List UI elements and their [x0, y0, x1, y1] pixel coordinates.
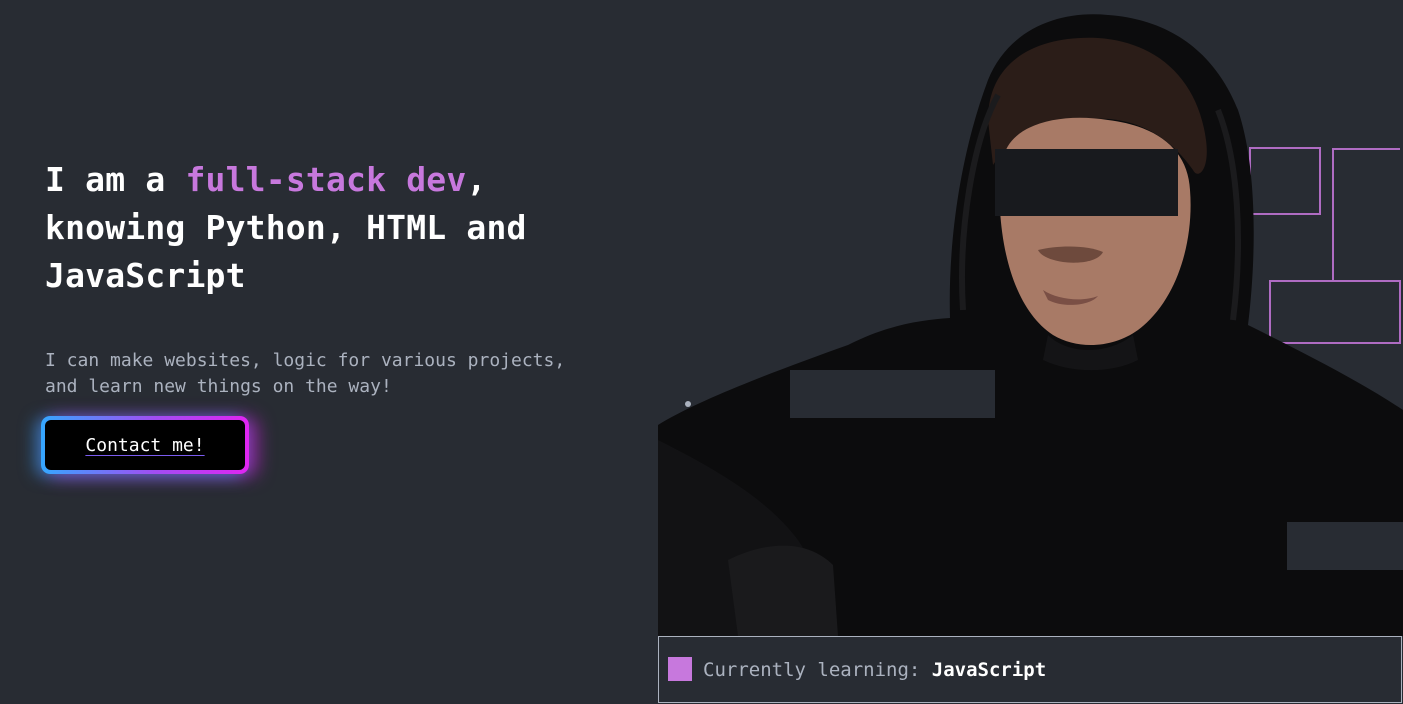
overlay-block — [1287, 522, 1403, 570]
hero-subtitle: I can make websites, logic for various p… — [45, 348, 645, 400]
hero-photo-area — [658, 0, 1403, 636]
headline-line1-end: , — [466, 160, 487, 199]
subtitle-line1: I can make websites, logic for various p… — [45, 350, 566, 371]
hero-page: I am a full-stack dev, knowing Python, H… — [0, 0, 1403, 704]
contact-button-label: Contact me! — [85, 434, 205, 456]
hero-headline: I am a full-stack dev, knowing Python, H… — [45, 156, 645, 300]
status-indicator — [668, 657, 692, 681]
hero-illustration — [658, 14, 1403, 636]
outline-decoration — [1249, 147, 1401, 344]
headline-prefix: I am a — [45, 160, 186, 199]
status-prefix: Currently learning: — [703, 659, 932, 681]
status-value: JavaScript — [931, 659, 1047, 681]
headline-accent: full-stack dev — [185, 160, 467, 199]
contact-button[interactable]: Contact me! — [45, 420, 245, 470]
status-box: Currently learning: JavaScript — [658, 636, 1402, 703]
status-text: Currently learning: JavaScript — [703, 657, 1046, 683]
subtitle-line2: and learn new things on the way! — [45, 376, 392, 397]
headline-line3: JavaScript — [45, 256, 246, 295]
overlay-block — [790, 370, 995, 418]
headline-line2: knowing Python, HTML and — [45, 208, 527, 247]
censor-bar — [995, 149, 1178, 216]
